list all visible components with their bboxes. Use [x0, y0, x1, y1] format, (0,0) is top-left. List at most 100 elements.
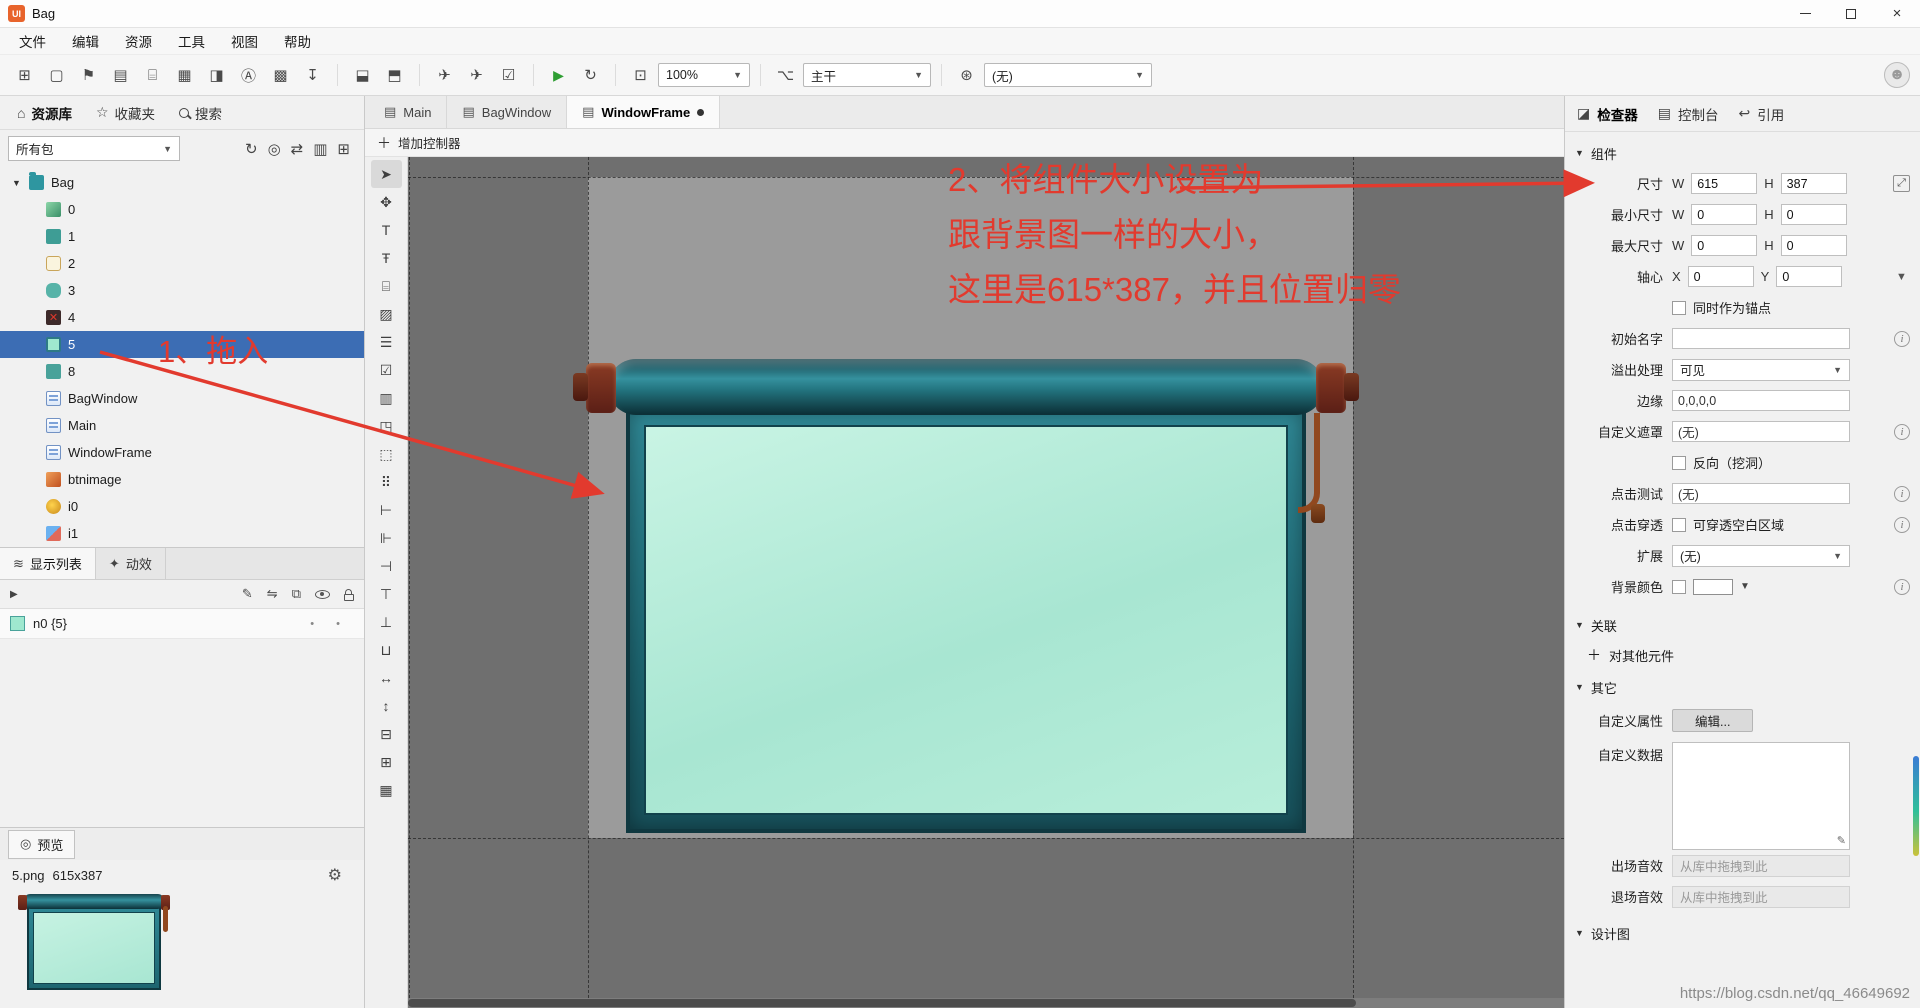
tab-library[interactable]: ⌂ 资源库	[6, 98, 83, 128]
library-item[interactable]: 1	[0, 223, 364, 250]
bookmark-icon[interactable]: ⚑	[74, 61, 103, 89]
tree-tool-icon[interactable]: ⠿	[371, 468, 402, 496]
image-tool-icon[interactable]: ▨	[371, 300, 402, 328]
minimize-button[interactable]	[1782, 0, 1828, 27]
maximize-button[interactable]	[1828, 0, 1874, 27]
tree-root-bag[interactable]: ▼ Bag	[0, 169, 364, 196]
menu-view[interactable]: 视图	[218, 28, 271, 54]
branch-select[interactable]: 主干 ▼	[803, 63, 931, 87]
info-icon[interactable]: i	[1894, 578, 1910, 595]
mask-field[interactable]	[1672, 421, 1850, 442]
widget-icon[interactable]: ▦	[170, 61, 199, 89]
touch-through-checkbox[interactable]	[1672, 517, 1686, 532]
group-icon[interactable]: ▦	[371, 776, 402, 804]
loader-tool-icon[interactable]: ◳	[371, 412, 402, 440]
grid-icon[interactable]: ▩	[266, 61, 295, 89]
height-field[interactable]	[1780, 173, 1847, 194]
new-window-icon[interactable]: ▤	[106, 61, 135, 89]
min-height-field[interactable]	[1780, 204, 1847, 225]
align-middle-icon[interactable]: ⊥	[371, 608, 402, 636]
new-package-icon[interactable]: ⊞	[10, 61, 39, 89]
horizontal-scrollbar[interactable]	[408, 998, 1564, 1008]
tab-console[interactable]: ▤ 控制台	[1658, 104, 1719, 124]
section-other[interactable]: ▼ 其它	[1571, 672, 1910, 702]
input-tool-icon[interactable]: ⌸	[371, 272, 402, 300]
duplicate-view-icon[interactable]: ⊞	[337, 140, 350, 158]
windowframe-background-image[interactable]	[573, 357, 1359, 837]
preview-tab[interactable]: ◎ 预览	[8, 829, 76, 859]
expand-row-icon[interactable]: ▶	[10, 589, 18, 600]
tab-transitions[interactable]: ✦ 动效	[96, 548, 166, 579]
section-relation[interactable]: ▼ 关联	[1571, 610, 1910, 640]
select-tool-icon[interactable]: ➤	[370, 160, 402, 188]
align-center-icon[interactable]: ⊩	[371, 524, 402, 552]
stage-canvas[interactable]	[408, 157, 1564, 1008]
section-design[interactable]: ▼ 设计图	[1571, 918, 1910, 948]
enter-sound-field[interactable]: 从库中拖拽到此	[1672, 854, 1850, 877]
same-width-icon[interactable]: ⊟	[371, 720, 402, 748]
menu-tools[interactable]: 工具	[165, 28, 218, 54]
mask-invert-checkbox[interactable]	[1672, 455, 1686, 470]
doc-tab-main[interactable]: ▤ Main	[369, 96, 448, 128]
bg-color-swatch[interactable]	[1693, 578, 1733, 595]
library-item[interactable]: 2	[0, 250, 364, 277]
align-top-icon[interactable]: ⊤	[371, 580, 402, 608]
min-width-field[interactable]	[1691, 204, 1758, 225]
info-icon[interactable]: i	[1894, 423, 1910, 440]
close-button[interactable]: ×	[1874, 0, 1920, 27]
info-icon[interactable]: i	[1894, 330, 1910, 347]
edit-icon[interactable]: ✎	[242, 586, 253, 602]
library-item[interactable]: WindowFrame	[0, 439, 364, 466]
library-item[interactable]: Main	[0, 412, 364, 439]
library-item[interactable]: btnimage	[0, 466, 364, 493]
play-icon[interactable]: ▶	[544, 61, 573, 89]
max-height-field[interactable]	[1780, 235, 1847, 256]
library-item[interactable]: 0	[0, 196, 364, 223]
publish-icon[interactable]: ✈	[430, 61, 459, 89]
menu-file[interactable]: 文件	[6, 28, 59, 54]
edit-icon[interactable]: ✎	[1837, 834, 1846, 847]
library-item[interactable]: 3	[0, 277, 364, 304]
font-icon[interactable]: Ⓐ	[234, 61, 263, 89]
tag-icon[interactable]: ◨	[202, 61, 231, 89]
tab-search[interactable]: 搜索	[168, 98, 233, 128]
library-item[interactable]: i0	[0, 493, 364, 520]
library-item[interactable]: ✕ 4	[0, 304, 364, 331]
library-item[interactable]: i1	[0, 520, 364, 547]
pivot-x-field[interactable]	[1687, 266, 1754, 287]
gear-icon[interactable]: ⚙	[328, 865, 352, 885]
doc-tab-windowframe[interactable]: ▤ WindowFrame	[567, 96, 721, 128]
custom-data-field[interactable]: ✎	[1672, 742, 1850, 850]
anchor-checkbox[interactable]	[1672, 300, 1686, 315]
horizontal-scrollbar-thumb[interactable]	[408, 999, 1356, 1007]
import-icon[interactable]: ↧	[298, 61, 327, 89]
overflow-select[interactable]: 可见 ▼	[1672, 358, 1850, 381]
publish-settings-icon[interactable]: ☑	[494, 61, 523, 89]
align-left-icon[interactable]: ⊢	[371, 496, 402, 524]
link-icon[interactable]: ⇋	[267, 586, 278, 602]
margin-field[interactable]	[1672, 390, 1850, 411]
lock-icon[interactable]	[344, 588, 354, 601]
edit-custom-props-button[interactable]: 编辑...	[1672, 708, 1754, 732]
tab-references[interactable]: ↩ 引用	[1738, 104, 1784, 124]
save-all-icon[interactable]: ⬒	[380, 61, 409, 89]
display-list-row[interactable]: n0 {5} • •	[0, 609, 364, 639]
init-name-field[interactable]	[1672, 328, 1850, 349]
pivot-preset-dropdown-icon[interactable]: ▼	[1893, 268, 1910, 285]
extension-select[interactable]: (无) ▼	[1672, 544, 1850, 567]
bg-color-checkbox[interactable]	[1672, 579, 1686, 594]
zoom-select[interactable]: 100% ▼	[658, 63, 750, 87]
same-height-icon[interactable]: ⊞	[371, 748, 402, 776]
hand-tool-icon[interactable]: ✥	[371, 188, 402, 216]
max-width-field[interactable]	[1691, 235, 1758, 256]
package-select[interactable]: 所有包 ▼	[8, 136, 180, 161]
compare-icon[interactable]: ⇄	[291, 140, 304, 158]
distribute-vertical-icon[interactable]: ↕	[371, 692, 402, 720]
user-avatar[interactable]: ☻	[1884, 62, 1910, 88]
library-item[interactable]: BagWindow	[0, 385, 364, 412]
richtext-tool-icon[interactable]: Ŧ	[371, 244, 402, 272]
component-tool-icon[interactable]: ⬚	[371, 440, 402, 468]
focus-icon[interactable]: ◎	[268, 140, 281, 158]
checkbox-tool-icon[interactable]: ☑	[371, 356, 402, 384]
hit-test-field[interactable]	[1672, 483, 1850, 504]
